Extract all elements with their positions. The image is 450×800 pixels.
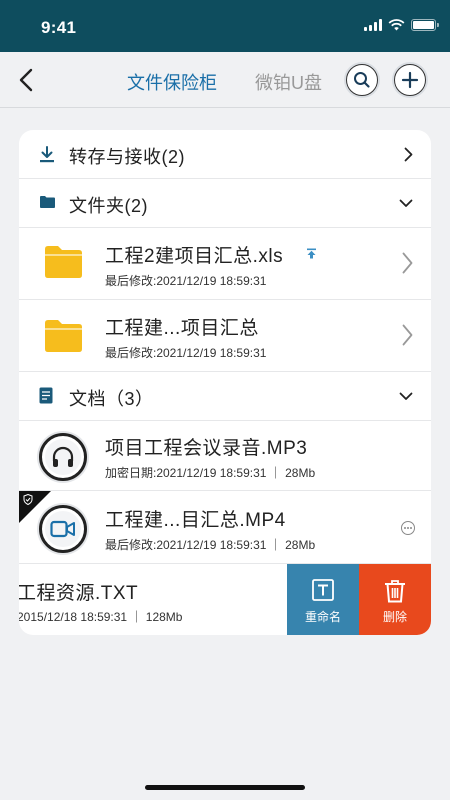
swiped-list-item[interactable]: 工程资源.TXT 2015/12/18 18:59:31 ｜ 128Mb 重命名… — [19, 564, 431, 635]
cellular-signal-icon — [364, 18, 382, 31]
chevron-left-icon — [19, 68, 33, 92]
search-icon — [354, 72, 370, 88]
download-icon — [40, 146, 54, 163]
item-meta: 加密日期:2021/12/19 18:59:31 ｜ 28Mb — [105, 466, 316, 480]
status-bar: 9:41 — [0, 0, 450, 52]
more-icon[interactable] — [401, 521, 415, 535]
file-list-card: 转存与接收(2) 文件夹(2) 工程2建项目汇总.xls 最后修改:2021/1… — [19, 130, 431, 635]
folder-icon — [45, 320, 82, 352]
item-title: 工程建...目汇总.MP4 — [105, 510, 286, 531]
headphones-icon — [39, 433, 87, 481]
rename-icon — [312, 579, 334, 601]
list-item[interactable]: 工程2建项目汇总.xls 最后修改:2021/12/19 18:59:31 — [19, 228, 431, 300]
list-item[interactable]: 工程建...项目汇总 最后修改:2021/12/19 18:59:31 — [19, 300, 431, 372]
rename-button[interactable]: 重命名 — [287, 564, 359, 635]
transfer-receive-label: 转存与接收(2) — [69, 147, 185, 167]
nav-header: 文件保险柜 微铂U盘 — [0, 52, 450, 108]
document-icon — [39, 387, 53, 404]
folders-section-label: 文件夹(2) — [69, 196, 148, 216]
video-camera-icon — [39, 505, 87, 553]
pin-top-icon — [307, 248, 316, 259]
documents-section-header[interactable]: 文档（3） — [19, 372, 431, 421]
folder-icon — [45, 246, 82, 278]
shield-icon — [23, 494, 33, 505]
plus-icon — [401, 71, 419, 89]
status-icons — [364, 18, 439, 31]
item-title: 工程建...项目汇总 — [105, 318, 259, 339]
chevron-right-icon — [404, 147, 413, 162]
list-item[interactable]: 工程建...目汇总.MP4 最后修改:2021/12/19 18:59:31 ｜… — [19, 491, 431, 564]
chevron-down-icon — [399, 392, 413, 400]
item-title: 工程2建项目汇总.xls — [105, 246, 284, 267]
status-time: 9:41 — [41, 18, 77, 37]
item-meta: 最后修改:2021/12/19 18:59:31 — [105, 274, 267, 288]
item-meta: 最后修改:2021/12/19 18:59:31 — [105, 346, 267, 360]
back-button[interactable] — [14, 66, 38, 94]
rename-label: 重命名 — [304, 610, 341, 624]
battery-icon — [411, 18, 439, 31]
home-indicator — [145, 785, 305, 790]
add-button[interactable] — [394, 64, 426, 96]
chevron-right-icon — [402, 252, 413, 274]
chevron-right-icon — [402, 324, 413, 346]
transfer-receive-row[interactable]: 转存与接收(2) — [19, 130, 431, 179]
item-title: 项目工程会议录音.MP3 — [105, 438, 308, 459]
tab-usb-drive[interactable]: 微铂U盘 — [255, 69, 322, 95]
list-item[interactable]: 项目工程会议录音.MP3 加密日期:2021/12/19 18:59:31 ｜ … — [19, 421, 431, 491]
folders-section-header[interactable]: 文件夹(2) — [19, 179, 431, 228]
wifi-icon — [388, 18, 405, 30]
documents-section-label: 文档（3） — [69, 389, 154, 409]
delete-button[interactable]: 删除 — [359, 564, 431, 635]
tab-file-vault[interactable]: 文件保险柜 — [127, 69, 217, 95]
delete-label: 删除 — [382, 610, 407, 624]
item-title: 工程资源.TXT — [19, 583, 139, 604]
item-meta: 2015/12/18 18:59:31 ｜ 128Mb — [19, 610, 183, 624]
chevron-down-icon — [399, 199, 413, 207]
item-meta: 最后修改:2021/12/19 18:59:31 ｜ 28Mb — [105, 538, 316, 552]
trash-icon — [385, 580, 405, 603]
folder-small-icon — [40, 196, 55, 208]
search-button[interactable] — [346, 64, 378, 96]
